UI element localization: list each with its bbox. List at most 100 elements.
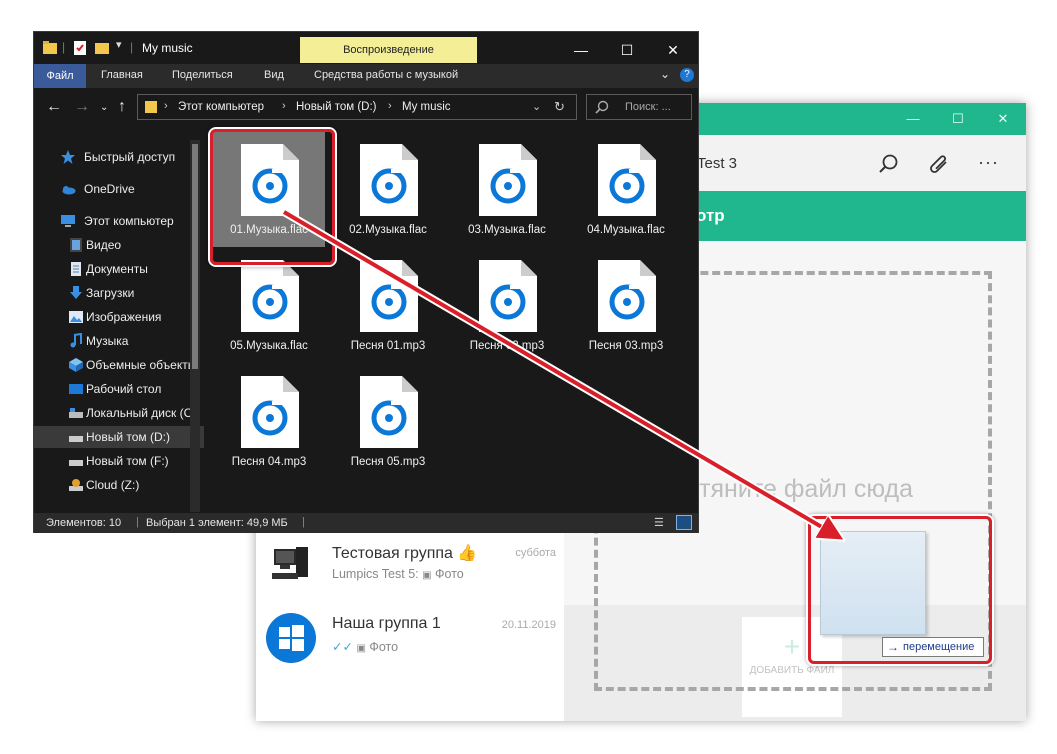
forward-arrow-icon[interactable]: → xyxy=(74,98,90,116)
nav-label: Рабочий стол xyxy=(86,382,162,396)
nav-label: Новый том (D:) xyxy=(86,430,170,444)
nav-item-drive-d[interactable]: Новый том (D:) xyxy=(34,426,204,448)
title-separator: | xyxy=(62,40,66,54)
file-item[interactable]: Песня 05.mp3 xyxy=(332,364,444,479)
chat-list-item[interactable]: Тестовая группа 👍 суббота Lumpics Test 5… xyxy=(266,535,562,597)
minimize-button[interactable]: — xyxy=(890,103,936,135)
status-bar: Элементов: 10 | Выбран 1 элемент: 49,9 М… xyxy=(34,513,698,533)
nav-item-downloads[interactable]: Загрузки xyxy=(34,282,204,304)
search-box[interactable]: Поиск: ... xyxy=(586,94,692,120)
up-arrow-icon[interactable]: ↑ xyxy=(118,98,126,116)
nav-label: Музыка xyxy=(86,334,129,348)
file-item[interactable]: 04.Музыка.flac xyxy=(570,132,682,247)
nav-item-onedrive[interactable]: OneDrive xyxy=(34,178,204,200)
tab-home[interactable]: Главная xyxy=(101,69,143,81)
search-placeholder: Поиск: ... xyxy=(625,101,671,113)
nav-scrollbar-thumb[interactable] xyxy=(192,144,198,369)
chat-list-item[interactable]: Наша группа 1 20.11.2019 ✓✓ ▣ Фото xyxy=(266,607,562,669)
breadcrumb-separator-icon: › xyxy=(282,100,286,112)
contextual-tab-group[interactable]: Воспроизведение xyxy=(300,37,477,63)
close-button[interactable]: ✕ xyxy=(650,36,696,64)
source-highlight-box xyxy=(210,129,335,265)
nav-item-videos[interactable]: Видео xyxy=(34,234,204,256)
tab-music-tools[interactable]: Средства работы с музыкой xyxy=(314,69,458,81)
file-name: Песня 03.mp3 xyxy=(588,340,664,352)
details-view-icon[interactable]: ☰ xyxy=(654,516,670,530)
status-separator: | xyxy=(302,516,305,528)
file-name: Песня 02.mp3 xyxy=(469,340,545,352)
file-item[interactable]: 03.Музыка.flac xyxy=(451,132,563,247)
music-file-icon xyxy=(241,260,299,332)
refresh-icon[interactable]: ↻ xyxy=(554,99,565,115)
music-file-icon xyxy=(479,260,537,332)
file-item[interactable]: Песня 02.mp3 xyxy=(451,248,563,363)
quick-access-dropdown-icon[interactable]: ▾ xyxy=(116,38,122,51)
tab-share[interactable]: Поделиться xyxy=(172,69,233,81)
breadcrumb-item[interactable]: Этот компьютер xyxy=(178,101,264,113)
3d-objects-icon xyxy=(69,358,83,372)
file-item[interactable]: Песня 03.mp3 xyxy=(570,248,682,363)
file-item[interactable]: 02.Музыка.flac xyxy=(332,132,444,247)
nav-label: Объемные объекты xyxy=(86,358,197,372)
nav-item-quick-access[interactable]: Быстрый доступ xyxy=(34,146,204,168)
new-folder-icon[interactable] xyxy=(94,40,110,56)
back-arrow-icon[interactable]: ← xyxy=(46,98,62,116)
star-icon xyxy=(61,150,75,164)
nav-item-pictures[interactable]: Изображения xyxy=(34,306,204,328)
breadcrumb-item[interactable]: My music xyxy=(402,101,451,113)
windows-logo-avatar xyxy=(266,613,316,663)
breadcrumb-item[interactable]: Новый том (D:) xyxy=(296,101,377,113)
nav-label: Документы xyxy=(86,262,148,276)
title-separator: | xyxy=(130,40,134,54)
music-file-icon xyxy=(479,144,537,216)
explorer-window: | ▾ | My music Воспроизведение — ☐ ✕ Фай… xyxy=(33,31,699,533)
computer-avatar xyxy=(272,547,308,579)
download-icon xyxy=(70,286,82,299)
chat-last-author: Lumpics Test 5: xyxy=(332,567,419,581)
close-button[interactable]: ✕ xyxy=(980,103,1026,135)
tab-view[interactable]: Вид xyxy=(264,69,284,81)
camera-icon: ▣ xyxy=(356,643,366,654)
tab-file[interactable]: Файл xyxy=(34,64,86,88)
file-name: 05.Музыка.flac xyxy=(230,340,308,352)
maximize-button[interactable]: ☐ xyxy=(604,36,650,64)
more-menu-icon[interactable]: ··· xyxy=(978,152,999,173)
music-file-icon xyxy=(360,260,418,332)
properties-icon[interactable] xyxy=(72,40,88,56)
status-separator: | xyxy=(136,516,139,528)
nav-item-documents[interactable]: Документы xyxy=(34,258,204,280)
nav-label: Новый том (F:) xyxy=(86,454,169,468)
nav-item-desktop[interactable]: Рабочий стол xyxy=(34,378,204,400)
thumbs-up-emoji: 👍 xyxy=(457,545,478,562)
nav-item-this-pc[interactable]: Этот компьютер xyxy=(34,210,204,232)
attachment-icon[interactable] xyxy=(926,151,952,177)
nav-item-drive-c[interactable]: Локальный диск (C:) xyxy=(34,402,204,424)
maximize-button[interactable]: ☐ xyxy=(935,103,981,135)
nav-item-music[interactable]: Музыка xyxy=(34,330,204,352)
address-bar[interactable]: › Этот компьютер › Новый том (D:) › My m… xyxy=(137,94,577,120)
file-item[interactable]: Песня 04.mp3 xyxy=(213,364,325,479)
file-item[interactable]: Песня 01.mp3 xyxy=(332,248,444,363)
chat-date: суббота xyxy=(515,547,556,559)
minimize-button[interactable]: — xyxy=(558,36,604,64)
file-name: Песня 05.mp3 xyxy=(350,456,426,468)
file-name: Песня 04.mp3 xyxy=(231,456,307,468)
search-icon[interactable] xyxy=(878,153,900,175)
camera-icon: ▣ xyxy=(422,570,432,581)
nav-label: Cloud (Z:) xyxy=(86,478,140,492)
nav-item-3d-objects[interactable]: Объемные объекты xyxy=(34,354,204,376)
file-name: 02.Музыка.flac xyxy=(349,224,427,236)
selection-info: Выбран 1 элемент: 49,9 МБ xyxy=(146,517,288,529)
file-item[interactable]: 05.Музыка.flac xyxy=(213,248,325,363)
address-dropdown-icon[interactable]: ⌄ xyxy=(532,100,541,113)
large-icons-view-icon[interactable] xyxy=(676,515,692,530)
nav-item-drive-f[interactable]: Новый том (F:) xyxy=(34,450,204,472)
nav-item-cloud-z[interactable]: Cloud (Z:) xyxy=(34,474,204,496)
cloud-icon xyxy=(62,186,76,195)
desktop-icon xyxy=(69,384,83,394)
expand-ribbon-icon[interactable]: ⌄ xyxy=(660,67,670,81)
music-file-icon xyxy=(360,144,418,216)
chat-name: Тестовая группа xyxy=(332,545,453,562)
recent-locations-icon[interactable]: ⌄ xyxy=(100,102,108,113)
help-icon[interactable]: ? xyxy=(680,68,694,82)
